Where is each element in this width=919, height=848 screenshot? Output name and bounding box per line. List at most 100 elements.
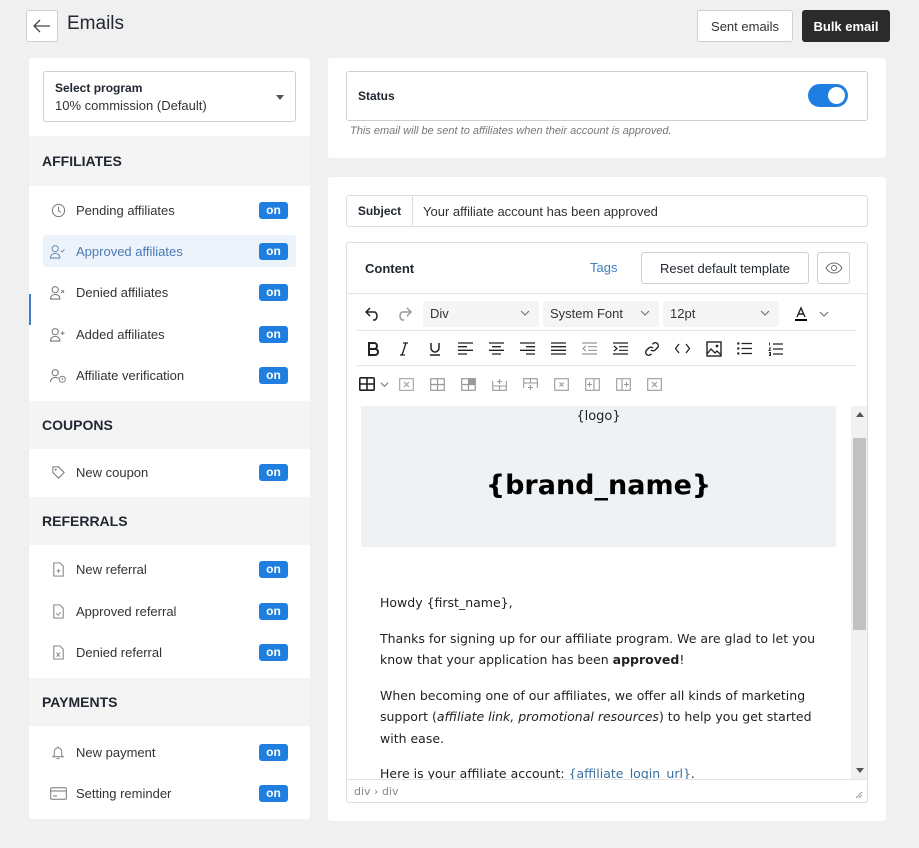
editor-body[interactable]: {logo} {brand_name} Howdy {first_name}, … [347,406,851,779]
italic-button[interactable] [388,335,419,363]
text-color-button[interactable] [785,300,816,328]
delete-row-button[interactable] [546,370,577,398]
table-dropdown[interactable] [377,370,391,398]
affiliate-login-link[interactable]: {affiliate_login_url} [569,766,691,779]
indent-icon [613,342,628,355]
editor-scrollbar[interactable] [851,406,867,779]
program-select[interactable]: Select program 10% commission (Default) [43,71,296,122]
redo-button[interactable] [388,300,419,328]
tag-icon [49,463,67,481]
status-badge: on [259,643,288,661]
page-title: Emails [67,13,125,34]
cell-props-button[interactable] [453,370,484,398]
delete-table-button[interactable] [391,370,422,398]
bold-icon [367,341,379,356]
greeting: Howdy {first_name}, [380,595,513,610]
block-format-select[interactable]: Div [423,300,539,327]
sidebar-item-approved-referral[interactable]: Approved referral on [43,595,296,627]
file-check-icon [49,602,67,620]
sidebar-item-label: New coupon [76,464,149,480]
back-button[interactable] [26,10,58,42]
sent-emails-button[interactable]: Sent emails [697,10,793,42]
sidebar-item-label: Approved referral [76,603,177,619]
table-props-button[interactable] [422,370,453,398]
insert-col-before-button[interactable] [577,370,608,398]
insert-col-after-button[interactable] [608,370,639,398]
editor-statusbar: div › div [347,779,867,802]
indent-button[interactable] [605,335,636,363]
status-badge: on [259,560,288,578]
status-note: This email will be sent to affiliates wh… [350,125,672,137]
sidebar-item-new-coupon[interactable]: New coupon on [43,456,296,488]
cell-props-icon [461,377,476,391]
resize-handle-icon[interactable] [855,791,863,799]
logo-placeholder: {logo} [576,409,621,424]
link-button[interactable] [636,335,667,363]
outdent-icon [582,342,597,355]
underline-button[interactable] [419,335,450,363]
font-family-select[interactable]: System Font [543,300,659,327]
block-format-value: Div [430,306,449,321]
subject-field[interactable]: Subject Your affiliate account has been … [346,195,868,227]
delete-col-button[interactable] [639,370,670,398]
text: Here is your affiliate account: [380,766,569,779]
status-toggle[interactable] [808,84,848,107]
sidebar-item-new-referral[interactable]: New referral on [43,553,296,585]
bold-button[interactable] [357,335,388,363]
chevron-down-icon [520,310,530,316]
sidebar-item-label: Pending affiliates [76,202,175,218]
numbered-list-button[interactable] [760,335,791,363]
sidebar-item-denied-referral[interactable]: Denied referral on [43,636,296,668]
email-panel: Subject Your affiliate account has been … [328,177,886,821]
font-size-select[interactable]: 12pt [663,300,779,327]
reset-template-button[interactable]: Reset default template [641,252,809,284]
bullet-list-button[interactable] [729,335,760,363]
subject-input[interactable]: Your affiliate account has been approved [413,204,867,219]
status-badge: on [259,463,288,481]
paragraph-3: Here is your affiliate account: {affilia… [380,763,820,779]
sidebar: Select program 10% commission (Default) … [29,58,310,819]
insert-row-before-button[interactable] [484,370,515,398]
outdent-button[interactable] [574,335,605,363]
align-left-button[interactable] [450,335,481,363]
sidebar-item-label: Denied affiliates [76,284,169,300]
scrollbar-thumb[interactable] [853,438,866,630]
preview-button[interactable] [817,252,850,284]
sidebar-item-setting-reminder[interactable]: Setting reminder on [43,777,296,809]
sidebar-item-new-payment[interactable]: New payment on [43,736,296,768]
chevron-down-icon [819,311,829,317]
text-color-icon [794,305,807,321]
image-button[interactable] [698,335,729,363]
text: . [690,766,695,779]
bulk-email-button[interactable]: Bulk email [802,10,890,42]
insert-row-after-button[interactable] [515,370,546,398]
content-editor: Content Tags Reset default template Div … [346,242,868,803]
scroll-up-arrow[interactable] [856,412,864,417]
section-affiliates: AFFILIATES [29,136,310,186]
clock-icon [49,201,67,219]
sidebar-item-affiliate-verification[interactable]: Affiliate verification on [43,359,296,391]
sidebar-item-pending-affiliates[interactable]: Pending affiliates on [43,194,296,226]
sidebar-item-approved-affiliates[interactable]: Approved affiliates on [43,235,296,267]
align-center-icon [489,342,504,355]
sidebar-item-denied-affiliates[interactable]: Denied affiliates on [43,276,296,308]
code-button[interactable] [667,335,698,363]
active-indicator [29,294,31,325]
user-check-icon [49,242,67,260]
status-badge: on [259,366,288,384]
sidebar-item-label: Added affiliates [76,326,165,342]
scroll-down-arrow[interactable] [856,768,864,773]
tags-link[interactable]: Tags [590,260,617,275]
align-right-button[interactable] [512,335,543,363]
undo-button[interactable] [357,300,388,328]
align-justify-button[interactable] [543,335,574,363]
user-plus-icon [49,325,67,343]
content-header: Content Tags Reset default template [347,243,867,294]
table-button[interactable] [357,370,377,398]
insert-col-after-icon [616,377,631,391]
align-center-button[interactable] [481,335,512,363]
program-select-value: 10% commission (Default) [55,98,207,113]
sidebar-item-label: Affiliate verification [76,367,185,383]
text-color-dropdown[interactable] [816,300,832,328]
sidebar-item-added-affiliates[interactable]: Added affiliates on [43,318,296,350]
